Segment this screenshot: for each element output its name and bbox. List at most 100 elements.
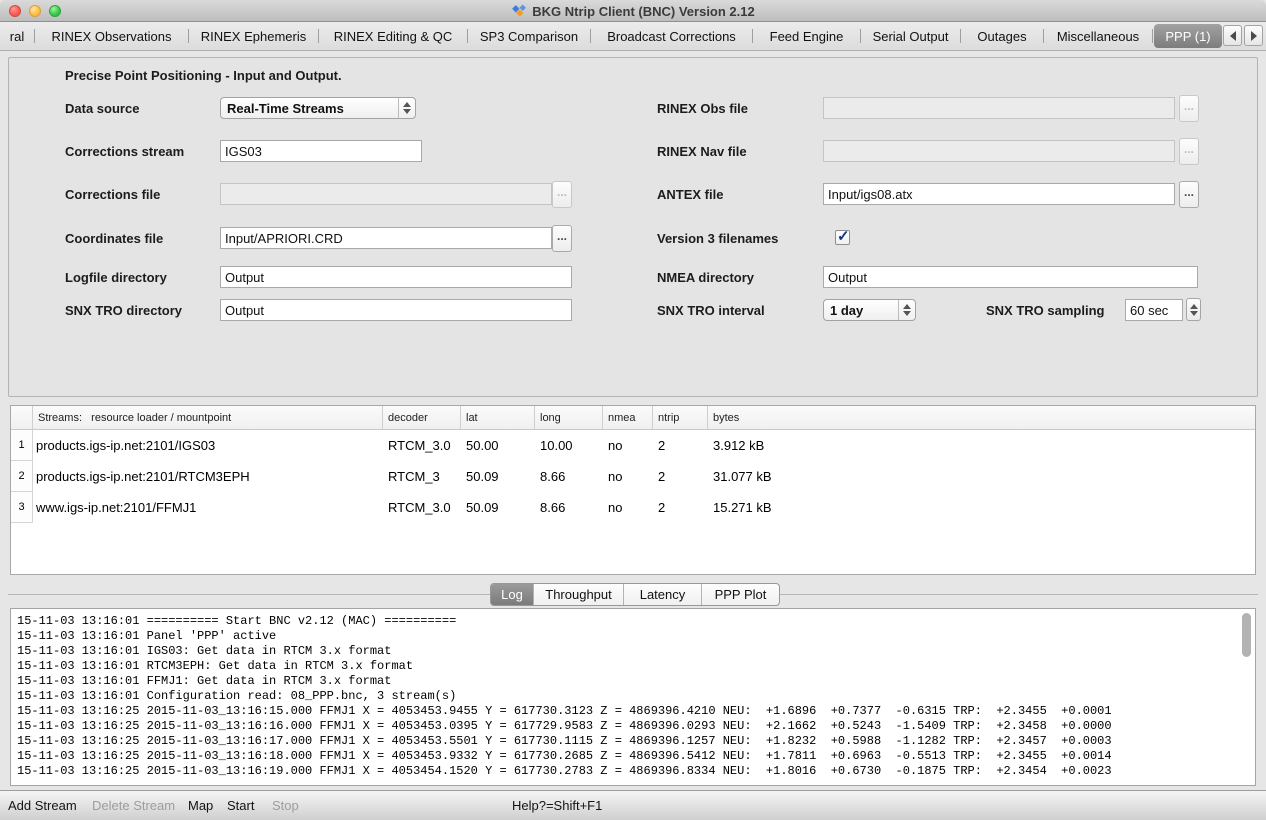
cell-long: 10.00 [535, 430, 603, 461]
titlebar: BKG Ntrip Client (BNC) Version 2.12 [0, 0, 1266, 22]
cell-lat: 50.09 [461, 492, 535, 523]
rinex-obs-file-input[interactable] [823, 97, 1175, 119]
log-line: 15-11-03 13:16:01 ========== Start BNC v… [17, 614, 1112, 629]
row-number: 3 [11, 492, 33, 523]
version3-filenames-checkbox[interactable] [835, 230, 850, 245]
coordinates-file-input[interactable] [220, 227, 552, 249]
header-rownum [11, 406, 33, 429]
cell-bytes: 3.912 kB [708, 430, 1255, 461]
log-tab-bar: Log Throughput Latency PPP Plot [490, 583, 780, 606]
header-long[interactable]: long [535, 406, 603, 429]
tab-sp3-comparison[interactable]: SP3 Comparison [468, 22, 590, 50]
tab-log[interactable]: Log [491, 584, 534, 605]
log-line: 15-11-03 13:16:01 Panel 'PPP' active [17, 629, 1112, 644]
tab-throughput[interactable]: Throughput [534, 584, 624, 605]
logfile-directory-input[interactable] [220, 266, 572, 288]
cell-ntrip: 2 [653, 430, 708, 461]
row-number: 2 [11, 461, 33, 492]
map-button[interactable]: Map [188, 791, 213, 820]
bnc-app-icon [511, 3, 527, 19]
corrections-file-input[interactable] [220, 183, 552, 205]
cell-lat: 50.09 [461, 461, 535, 492]
header-bytes[interactable]: bytes [708, 406, 1255, 429]
tab-outages[interactable]: Outages [961, 22, 1043, 50]
nmea-directory-input[interactable] [823, 266, 1198, 288]
tab-miscellaneous[interactable]: Miscellaneous [1044, 22, 1152, 50]
log-output[interactable]: 15-11-03 13:16:01 ========== Start BNC v… [10, 608, 1256, 786]
tab-rinex-ephemeris[interactable]: RINEX Ephemeris [189, 22, 318, 50]
rinex-obs-file-browse-button[interactable]: ... [1179, 95, 1199, 122]
streams-table: Streams: resource loader / mountpoint de… [10, 405, 1256, 575]
corrections-file-label: Corrections file [65, 187, 160, 203]
antex-file-input[interactable] [823, 183, 1175, 205]
data-source-dropdown[interactable]: Real-Time Streams [220, 97, 416, 119]
snx-tro-directory-input[interactable] [220, 299, 572, 321]
streams-table-header: Streams: resource loader / mountpoint de… [11, 406, 1255, 430]
updown-arrows-icon [398, 98, 415, 118]
delete-stream-button[interactable]: Delete Stream [92, 791, 175, 820]
tab-latency[interactable]: Latency [624, 584, 702, 605]
version3-filenames-label: Version 3 filenames [657, 231, 778, 247]
cell-nmea: no [603, 430, 653, 461]
minimize-button[interactable] [29, 5, 41, 17]
tab-general-clipped[interactable]: ral [0, 22, 34, 50]
coordinates-file-browse-button[interactable]: ... [552, 225, 572, 252]
tab-separator [1152, 29, 1153, 43]
tab-scroll-left-button[interactable] [1223, 25, 1242, 46]
rinex-nav-file-input[interactable] [823, 140, 1175, 162]
cell-decoder: RTCM_3.0 [383, 430, 461, 461]
header-ntrip[interactable]: ntrip [653, 406, 708, 429]
header-lat[interactable]: lat [461, 406, 535, 429]
antex-file-browse-button[interactable]: ... [1179, 181, 1199, 208]
tab-serial-output[interactable]: Serial Output [861, 22, 960, 50]
close-button[interactable] [9, 5, 21, 17]
snx-tro-interval-dropdown[interactable]: 1 day [823, 299, 916, 321]
header-nmea[interactable]: nmea [603, 406, 653, 429]
right-arrow-icon [1251, 31, 1257, 41]
cell-bytes: 31.077 kB [708, 461, 1255, 492]
log-line: 15-11-03 13:16:25 2015-11-03_13:16:17.00… [17, 734, 1112, 749]
table-row[interactable]: 3 www.igs-ip.net:2101/FFMJ1 RTCM_3.0 50.… [11, 492, 1255, 523]
log-line: 15-11-03 13:16:01 IGS03: Get data in RTC… [17, 644, 1112, 659]
tab-rinex-editing-qc[interactable]: RINEX Editing & QC [319, 22, 467, 50]
tab-broadcast-corrections[interactable]: Broadcast Corrections [591, 22, 752, 50]
snx-tro-interval-value: 1 day [824, 303, 898, 318]
add-stream-button[interactable]: Add Stream [8, 791, 77, 820]
log-scrollbar-thumb[interactable] [1242, 613, 1251, 657]
header-mountpoint[interactable]: Streams: resource loader / mountpoint [33, 406, 383, 429]
corrections-stream-label: Corrections stream [65, 144, 184, 160]
nmea-directory-label: NMEA directory [657, 270, 754, 286]
snx-tro-sampling-label: SNX TRO sampling [986, 303, 1104, 319]
panel-heading: Precise Point Positioning - Input and Ou… [65, 68, 342, 83]
header-decoder[interactable]: decoder [383, 406, 461, 429]
left-arrow-icon [1230, 31, 1236, 41]
tab-ppp-plot[interactable]: PPP Plot [702, 584, 779, 605]
zoom-button[interactable] [49, 5, 61, 17]
log-line: 15-11-03 13:16:01 FFMJ1: Get data in RTC… [17, 674, 1112, 689]
cell-nmea: no [603, 492, 653, 523]
table-row[interactable]: 2 products.igs-ip.net:2101/RTCM3EPH RTCM… [11, 461, 1255, 492]
stop-button[interactable]: Stop [272, 791, 299, 820]
corrections-stream-input[interactable] [220, 140, 422, 162]
cell-decoder: RTCM_3 [383, 461, 461, 492]
cell-mountpoint: products.igs-ip.net:2101/IGS03 [33, 430, 383, 461]
tab-rinex-observations[interactable]: RINEX Observations [35, 22, 188, 50]
cell-bytes: 15.271 kB [708, 492, 1255, 523]
snx-tro-sampling-input[interactable] [1125, 299, 1183, 321]
log-line: 15-11-03 13:16:01 RTCM3EPH: Get data in … [17, 659, 1112, 674]
antex-file-label: ANTEX file [657, 187, 723, 203]
log-line: 15-11-03 13:16:25 2015-11-03_13:16:15.00… [17, 704, 1112, 719]
traffic-lights [9, 5, 61, 17]
log-line: 15-11-03 13:16:25 2015-11-03_13:16:19.00… [17, 764, 1112, 779]
table-row[interactable]: 1 products.igs-ip.net:2101/IGS03 RTCM_3.… [11, 430, 1255, 461]
snx-tro-interval-label: SNX TRO interval [657, 303, 765, 319]
rinex-obs-file-label: RINEX Obs file [657, 101, 748, 117]
tab-feed-engine[interactable]: Feed Engine [753, 22, 860, 50]
rinex-nav-file-browse-button[interactable]: ... [1179, 138, 1199, 165]
corrections-file-browse-button[interactable]: ... [552, 181, 572, 208]
tab-scroll-right-button[interactable] [1244, 25, 1263, 46]
tab-ppp[interactable]: PPP (1) [1154, 24, 1222, 48]
start-button[interactable]: Start [227, 791, 254, 820]
snx-tro-sampling-stepper[interactable] [1186, 298, 1201, 321]
updown-arrows-icon [898, 300, 915, 320]
